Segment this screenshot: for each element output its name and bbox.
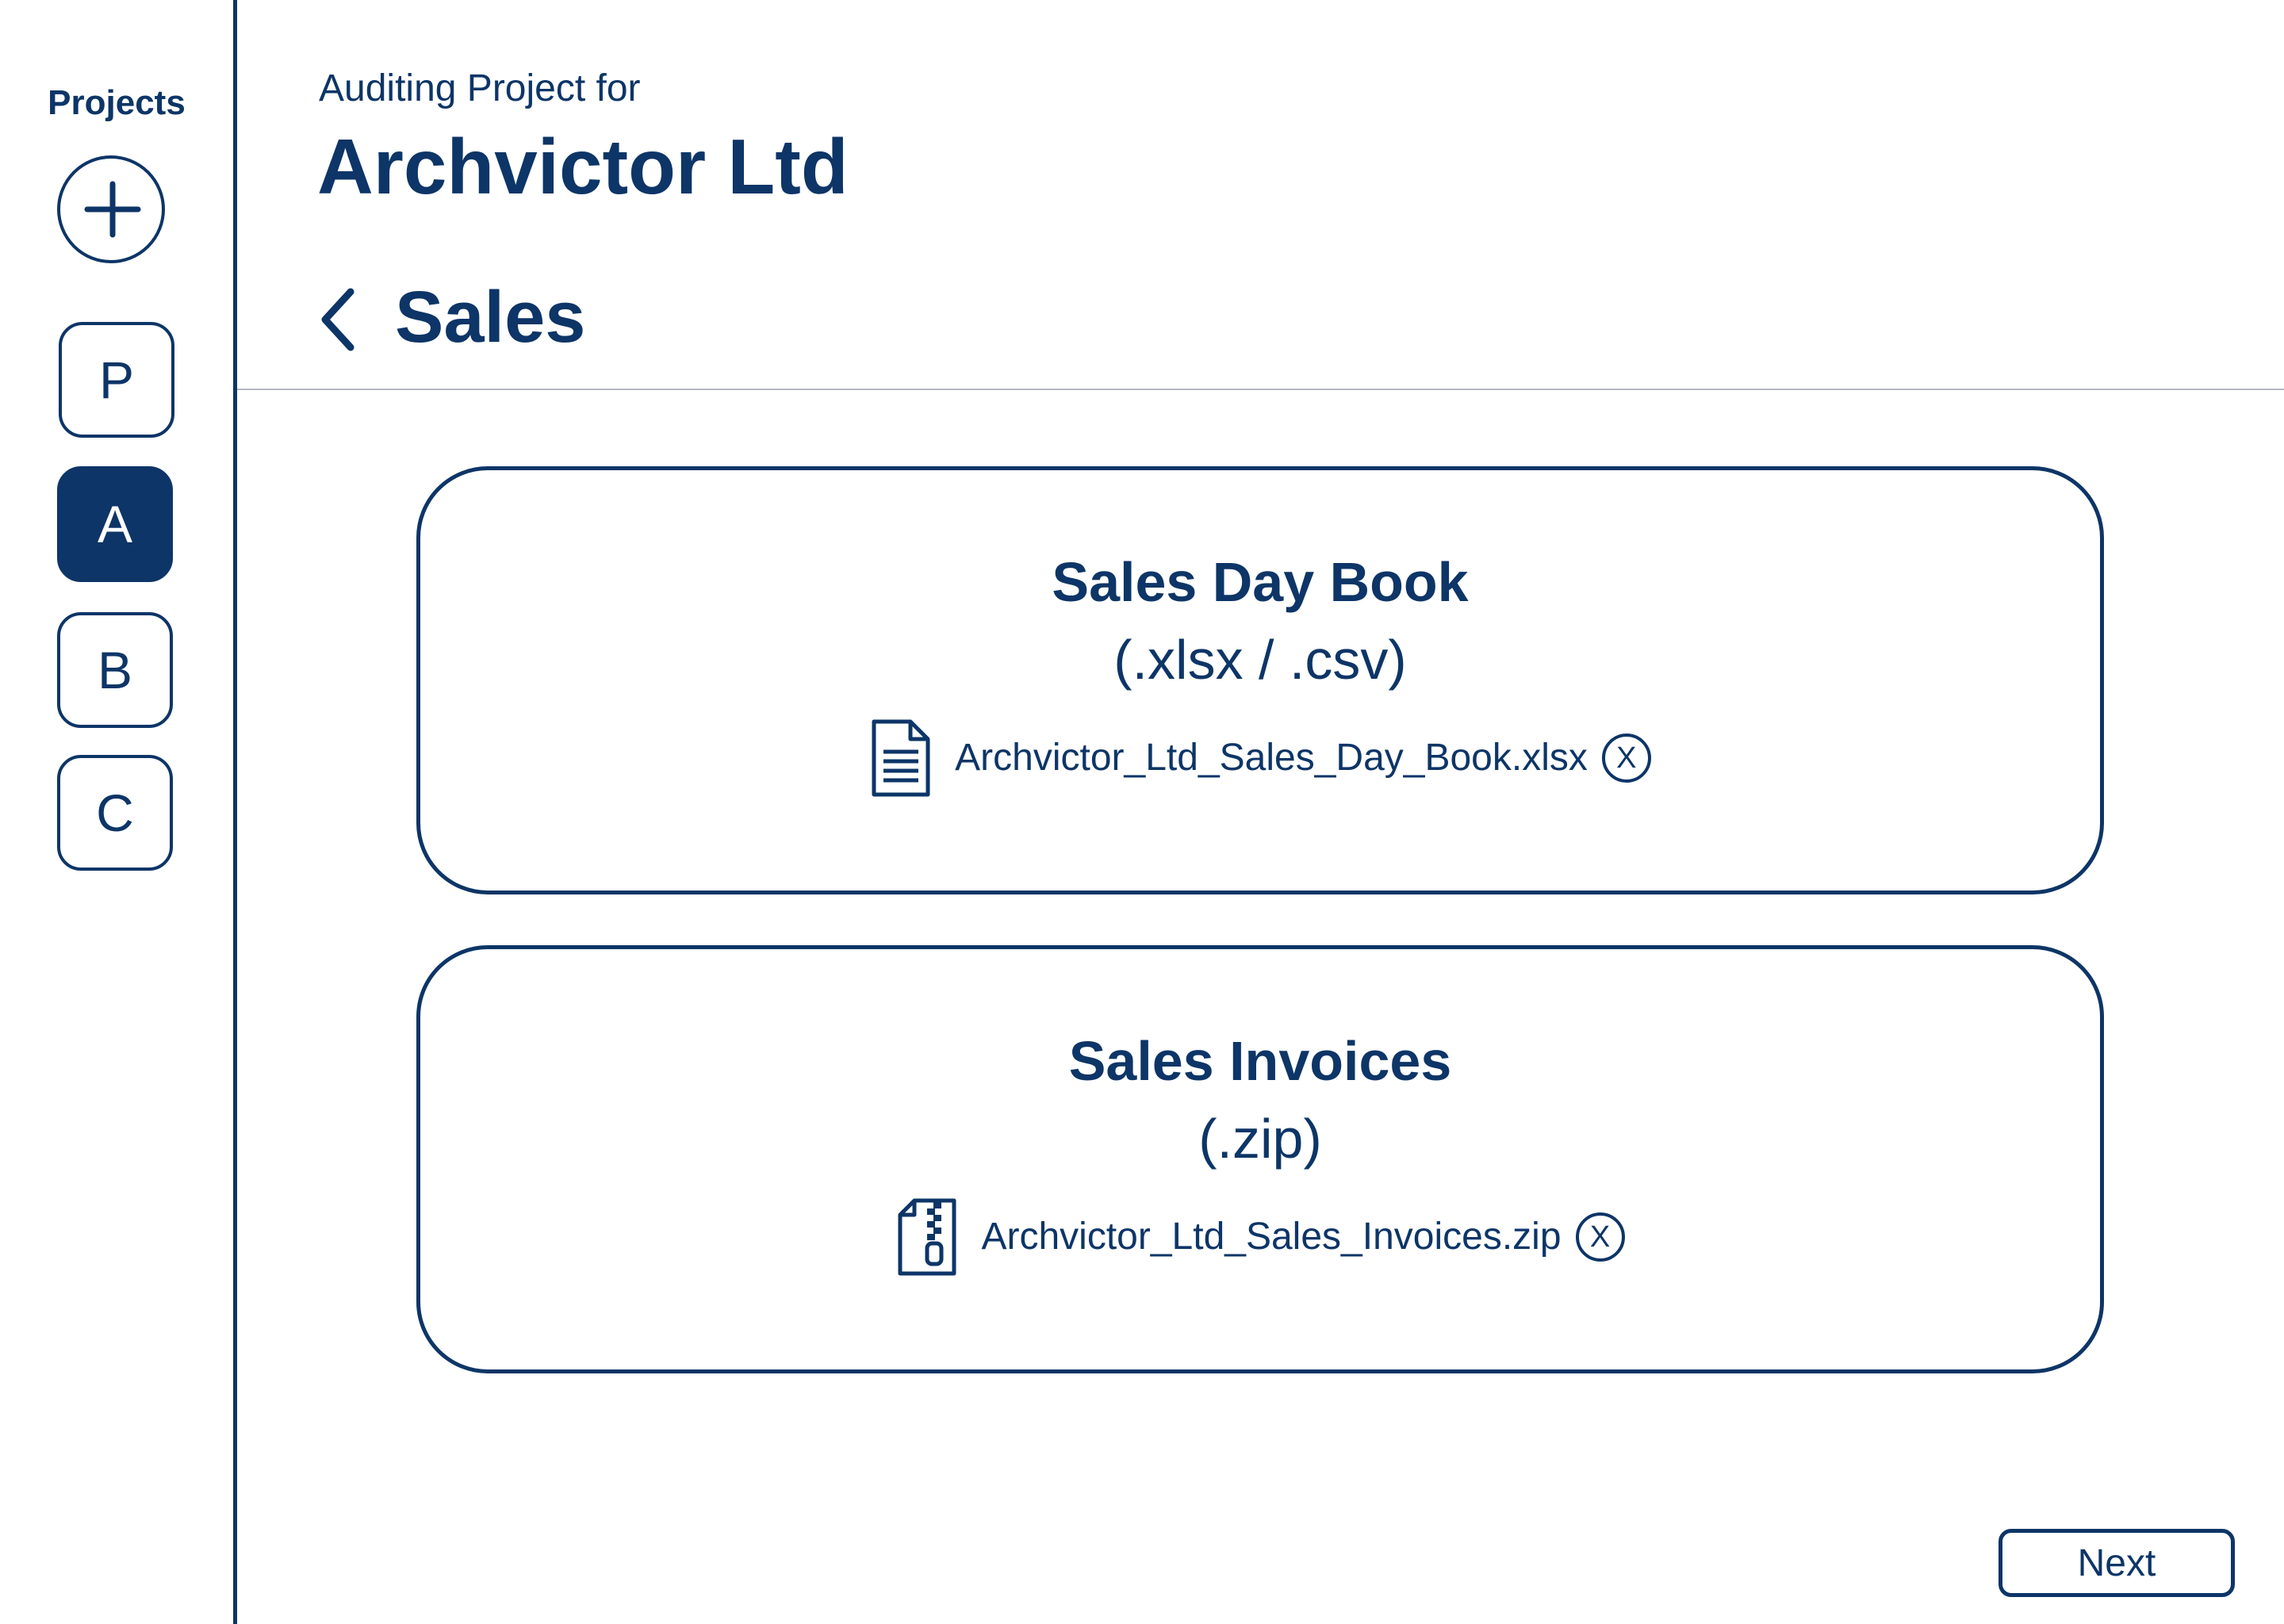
sidebar-title: Projects bbox=[48, 83, 186, 122]
file-name: Archvictor_Ltd_Sales_Invoices.zip bbox=[981, 1216, 1562, 1258]
header-divider bbox=[237, 389, 2284, 390]
back-button[interactable] bbox=[317, 285, 362, 354]
upload-card-sales-invoices[interactable]: Sales Invoices (.zip) Archvictor_Ltd_Sal… bbox=[416, 945, 2104, 1373]
app-root: Projects P A B C Auditing Project for Ar… bbox=[0, 0, 2284, 1624]
plus-icon bbox=[84, 181, 141, 238]
document-icon bbox=[872, 719, 930, 797]
uploaded-file-row: Archvictor_Ltd_Sales_Invoices.zip X bbox=[420, 1193, 2100, 1281]
project-p-button[interactable]: P bbox=[59, 322, 174, 438]
page-subtitle: Auditing Project for bbox=[319, 67, 641, 109]
page-title: Archvictor Ltd bbox=[317, 123, 849, 210]
file-name: Archvictor_Ltd_Sales_Day_Book.xlsx bbox=[955, 737, 1588, 779]
project-c-button[interactable]: C bbox=[57, 755, 173, 871]
card-title: Sales Day Book bbox=[1052, 551, 1469, 613]
chevron-left-icon bbox=[321, 288, 354, 351]
remove-file-button[interactable]: X bbox=[1601, 733, 1651, 783]
card-title: Sales Invoices bbox=[1068, 1030, 1452, 1092]
project-a-button[interactable]: A bbox=[57, 466, 173, 582]
zip-file-icon bbox=[898, 1198, 956, 1276]
add-project-button[interactable] bbox=[57, 155, 165, 263]
next-button[interactable]: Next bbox=[1998, 1529, 2235, 1597]
uploaded-file-row: Archvictor_Ltd_Sales_Day_Book.xlsx X bbox=[420, 714, 2100, 802]
projects-sidebar: Projects P A B C bbox=[0, 0, 237, 1624]
card-format: (.xlsx / .csv) bbox=[1113, 629, 1407, 691]
remove-file-button[interactable]: X bbox=[1575, 1212, 1625, 1262]
upload-card-sales-day-book[interactable]: Sales Day Book (.xlsx / .csv) Archvictor… bbox=[416, 466, 2104, 894]
card-format: (.zip) bbox=[1198, 1108, 1322, 1170]
section-title: Sales bbox=[395, 277, 586, 358]
project-b-button[interactable]: B bbox=[57, 612, 173, 728]
